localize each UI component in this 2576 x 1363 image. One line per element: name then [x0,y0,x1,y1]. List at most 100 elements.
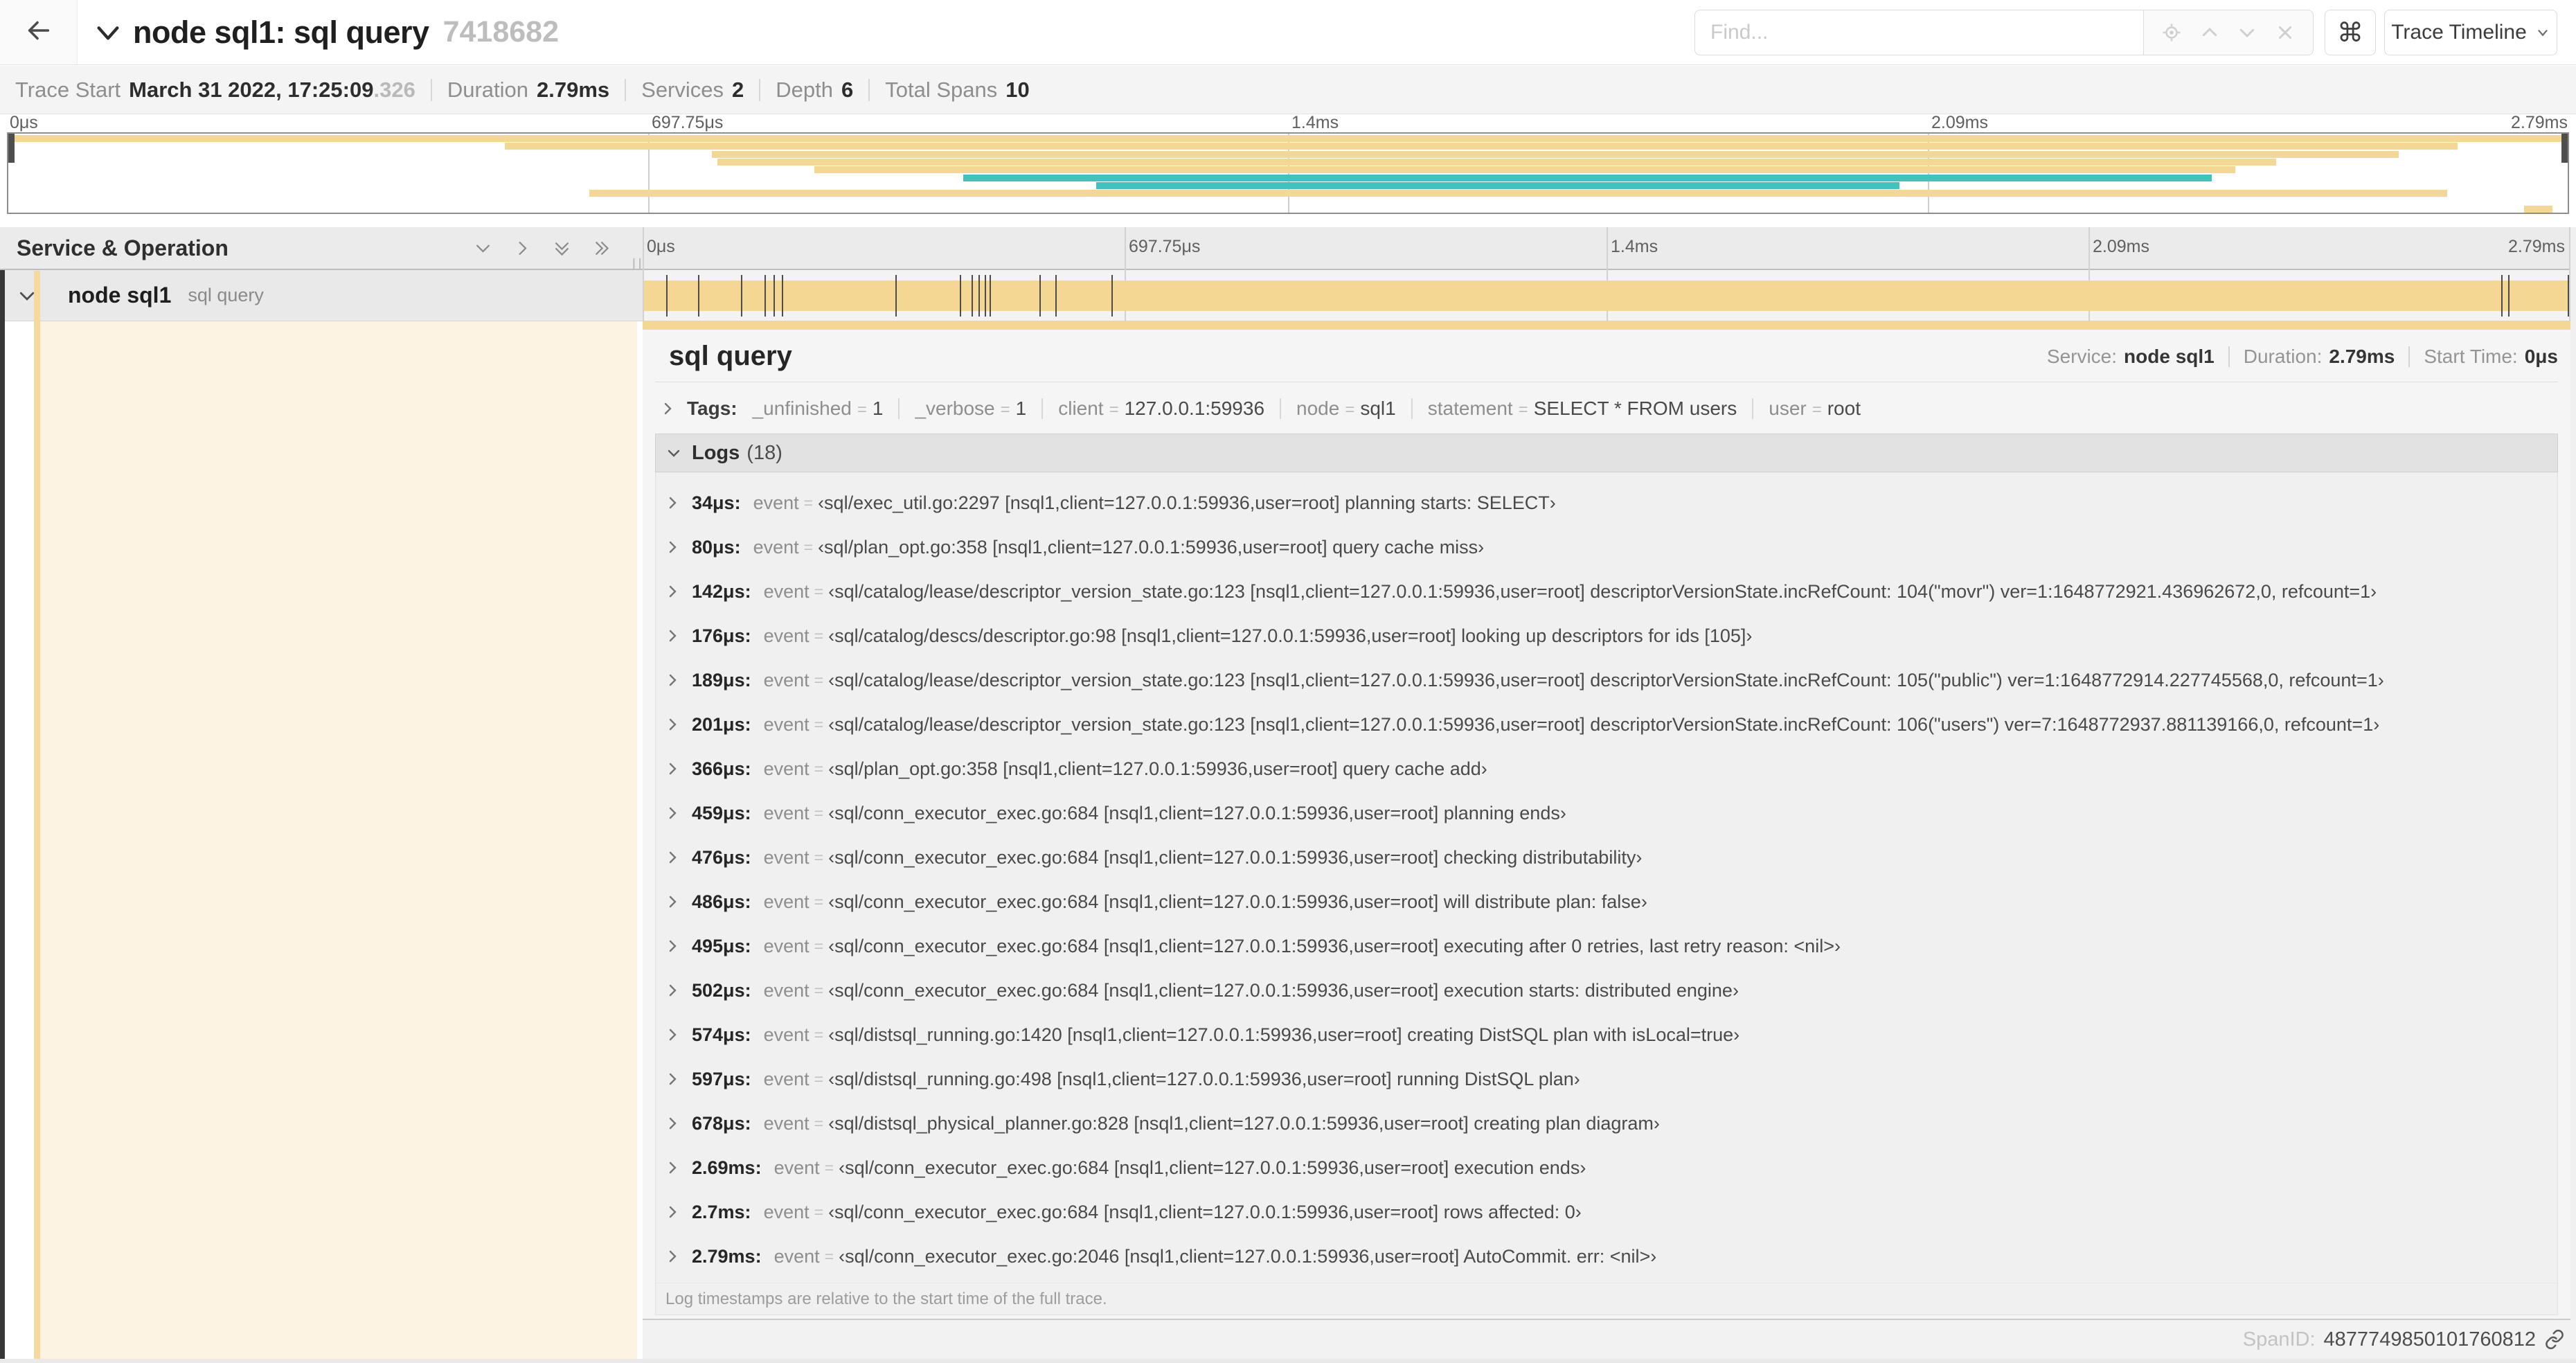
logs-count: (18) [746,441,782,464]
log-timestamp: 574μs: [692,1024,751,1045]
timeline-ticks: 0μs 697.75μs 1.4ms 2.09ms 2.79ms [643,227,2570,270]
log-field-value: ‹sql/conn_executor_exec.go:2046 [nsql1,c… [839,1245,1657,1267]
log-field-key: event [763,669,810,691]
log-field-value: ‹sql/distsql_running.go:1420 [nsql1,clie… [828,1024,1740,1045]
back-button[interactable] [0,0,78,64]
tag-item: statement = SELECT * FROM users [1428,398,1737,420]
log-marker[interactable] [1111,275,1113,317]
collapse-all-icon[interactable] [553,239,571,258]
log-row[interactable]: 2.69ms: event = ‹sql/conn_executor_exec.go:… [656,1146,2557,1190]
tag-item: client = 127.0.0.1:59936 [1058,398,1264,420]
log-marker[interactable] [895,275,897,317]
span-row-bar-cell[interactable] [643,270,2570,321]
log-field-value: ‹sql/conn_executor_exec.go:684 [nsql1,cl… [828,846,1643,868]
log-row[interactable]: 459μs: event = ‹sql/conn_executor_exec.go:6… [656,791,2557,835]
log-row[interactable]: 366μs: event = ‹sql/plan_opt.go:358 [nsql1,… [656,747,2557,791]
minimap-span-bar [963,174,2212,181]
log-marker[interactable] [697,275,699,317]
meta-separator [2228,346,2230,367]
log-row[interactable]: 678μs: event = ‹sql/distsql_physical_planne… [656,1101,2557,1146]
info-separator [430,78,432,101]
log-row[interactable]: 2.7ms: event = ‹sql/conn_executor_exec.go:6… [656,1190,2557,1234]
log-row[interactable]: 597μs: event = ‹sql/distsql_running.go:498 … [656,1057,2557,1101]
log-row[interactable]: 486μs: event = ‹sql/conn_executor_exec.go:6… [656,880,2557,924]
trace-info-item: Depth 6 [776,78,853,103]
chevron-up-icon[interactable] [2199,22,2220,43]
minimap-canvas[interactable] [7,132,2569,214]
child-rows-background [40,321,637,1359]
timeline-header: Service & Operation 0μs 697.75μs 1.4ms 2.09… [0,227,2576,276]
trace-collapse-chevron-icon[interactable] [94,19,122,46]
span-row-label-cell[interactable]: node sql1 sql query [0,270,643,321]
info-separator [868,78,870,101]
log-field-value: ‹sql/catalog/lease/descriptor_version_st… [828,713,2380,735]
log-row[interactable]: 201μs: event = ‹sql/catalog/lease/descripto… [656,702,2557,747]
view-selector-button[interactable]: Trace Timeline [2384,10,2557,55]
expand-one-icon[interactable] [513,239,532,258]
log-marker[interactable] [665,275,668,317]
collapse-one-icon[interactable] [474,239,492,258]
log-equals: = [803,537,814,556]
find-input[interactable] [1694,10,2143,55]
log-equals: = [814,759,824,778]
close-icon[interactable] [2275,22,2296,43]
logs-title: Logs [692,441,740,464]
log-marker[interactable] [960,275,961,317]
keyboard-shortcuts-button[interactable]: ⌘ [2325,10,2376,55]
minimap-tick-label: 0μs [10,113,38,132]
minimap-left-handle[interactable] [8,134,15,163]
tag-value: 1 [1015,398,1027,419]
log-field-key: event [763,1024,810,1045]
log-row[interactable]: 189μs: event = ‹sql/catalog/lease/descripto… [656,658,2557,702]
log-marker[interactable] [773,275,775,317]
log-timestamp: 486μs: [692,891,751,912]
log-marker[interactable] [764,275,766,317]
expand-all-icon[interactable] [592,239,611,258]
log-row[interactable]: 495μs: event = ‹sql/conn_executor_exec.go:6… [656,924,2557,968]
log-marker[interactable] [2501,275,2503,317]
log-marker[interactable] [1039,275,1041,317]
log-field-value: ‹sql/catalog/lease/descriptor_version_st… [828,580,2377,602]
info-value: 10 [1005,77,1030,102]
tag-equals: = [1000,400,1010,419]
span-duration-bar[interactable] [644,280,2569,311]
info-separator [759,78,761,101]
log-row[interactable]: 176μs: event = ‹sql/catalog/descs/descripto… [656,614,2557,658]
tag-equals: = [857,400,867,419]
log-marker[interactable] [2568,275,2569,317]
log-row[interactable]: 34μs: event = ‹sql/exec_util.go:2297 [nsql1… [656,481,2557,525]
log-marker[interactable] [978,275,980,317]
logs-list: 34μs: event = ‹sql/exec_util.go:2297 [nsql1… [655,472,2558,1315]
tags-accordion[interactable]: Tags: _unfinished = 1 _verbose = 1 client = 127.… [643,382,2570,434]
log-field-key: event [753,492,799,513]
deep-link-icon[interactable] [2544,1329,2565,1350]
log-marker[interactable] [2508,275,2510,317]
log-row[interactable]: 574μs: event = ‹sql/distsql_running.go:1420… [656,1013,2557,1057]
log-row[interactable]: 80μs: event = ‹sql/plan_opt.go:358 [nsql1,c… [656,525,2557,569]
log-row[interactable]: 502μs: event = ‹sql/conn_executor_exec.go:6… [656,968,2557,1013]
tag-separator [1280,398,1282,419]
log-marker[interactable] [989,275,991,317]
log-timestamp: 476μs: [692,846,751,868]
minimap-span-bar [2524,205,2552,213]
log-marker[interactable] [781,275,783,317]
chevron-down-icon[interactable] [2237,22,2257,43]
log-field-value: ‹sql/plan_opt.go:358 [nsql1,client=127.0… [818,536,1485,558]
log-marker[interactable] [971,275,973,317]
log-row[interactable]: 142μs: event = ‹sql/catalog/lease/descripto… [656,569,2557,614]
timeline-tick-label: 1.4ms [1611,237,1658,256]
minimap-span-bar [589,190,2448,197]
log-marker[interactable] [1055,275,1057,317]
log-marker[interactable] [740,275,742,317]
log-field-value: ‹sql/plan_opt.go:358 [nsql1,client=127.0… [828,758,1487,779]
log-field-value: ‹sql/catalog/descs/descriptor.go:98 [nsq… [828,625,1753,646]
log-row[interactable]: 476μs: event = ‹sql/conn_executor_exec.go:6… [656,835,2557,880]
tag-equals: = [1518,400,1528,419]
meta-value: 0μs [2524,345,2558,367]
locate-icon[interactable] [2161,22,2182,43]
minimap-right-handle[interactable] [2561,134,2568,163]
tag-key: node [1296,398,1340,419]
log-marker[interactable] [984,275,986,317]
log-row[interactable]: 2.79ms: event = ‹sql/conn_executor_exec.go:… [656,1234,2557,1279]
logs-accordion-header[interactable]: Logs (18) [655,434,2558,472]
